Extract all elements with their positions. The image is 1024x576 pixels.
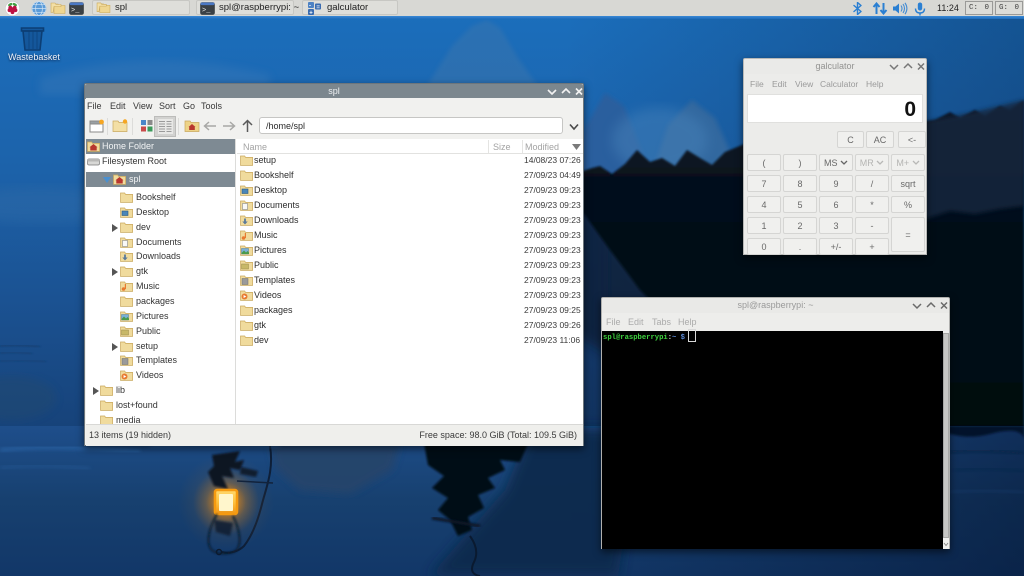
svg-text:-: - [309, 3, 311, 9]
svg-text:>_: >_ [202, 7, 211, 15]
svg-text:+: + [309, 10, 313, 15]
svg-text:>_: >_ [71, 7, 80, 15]
svg-text:=: = [316, 5, 320, 11]
